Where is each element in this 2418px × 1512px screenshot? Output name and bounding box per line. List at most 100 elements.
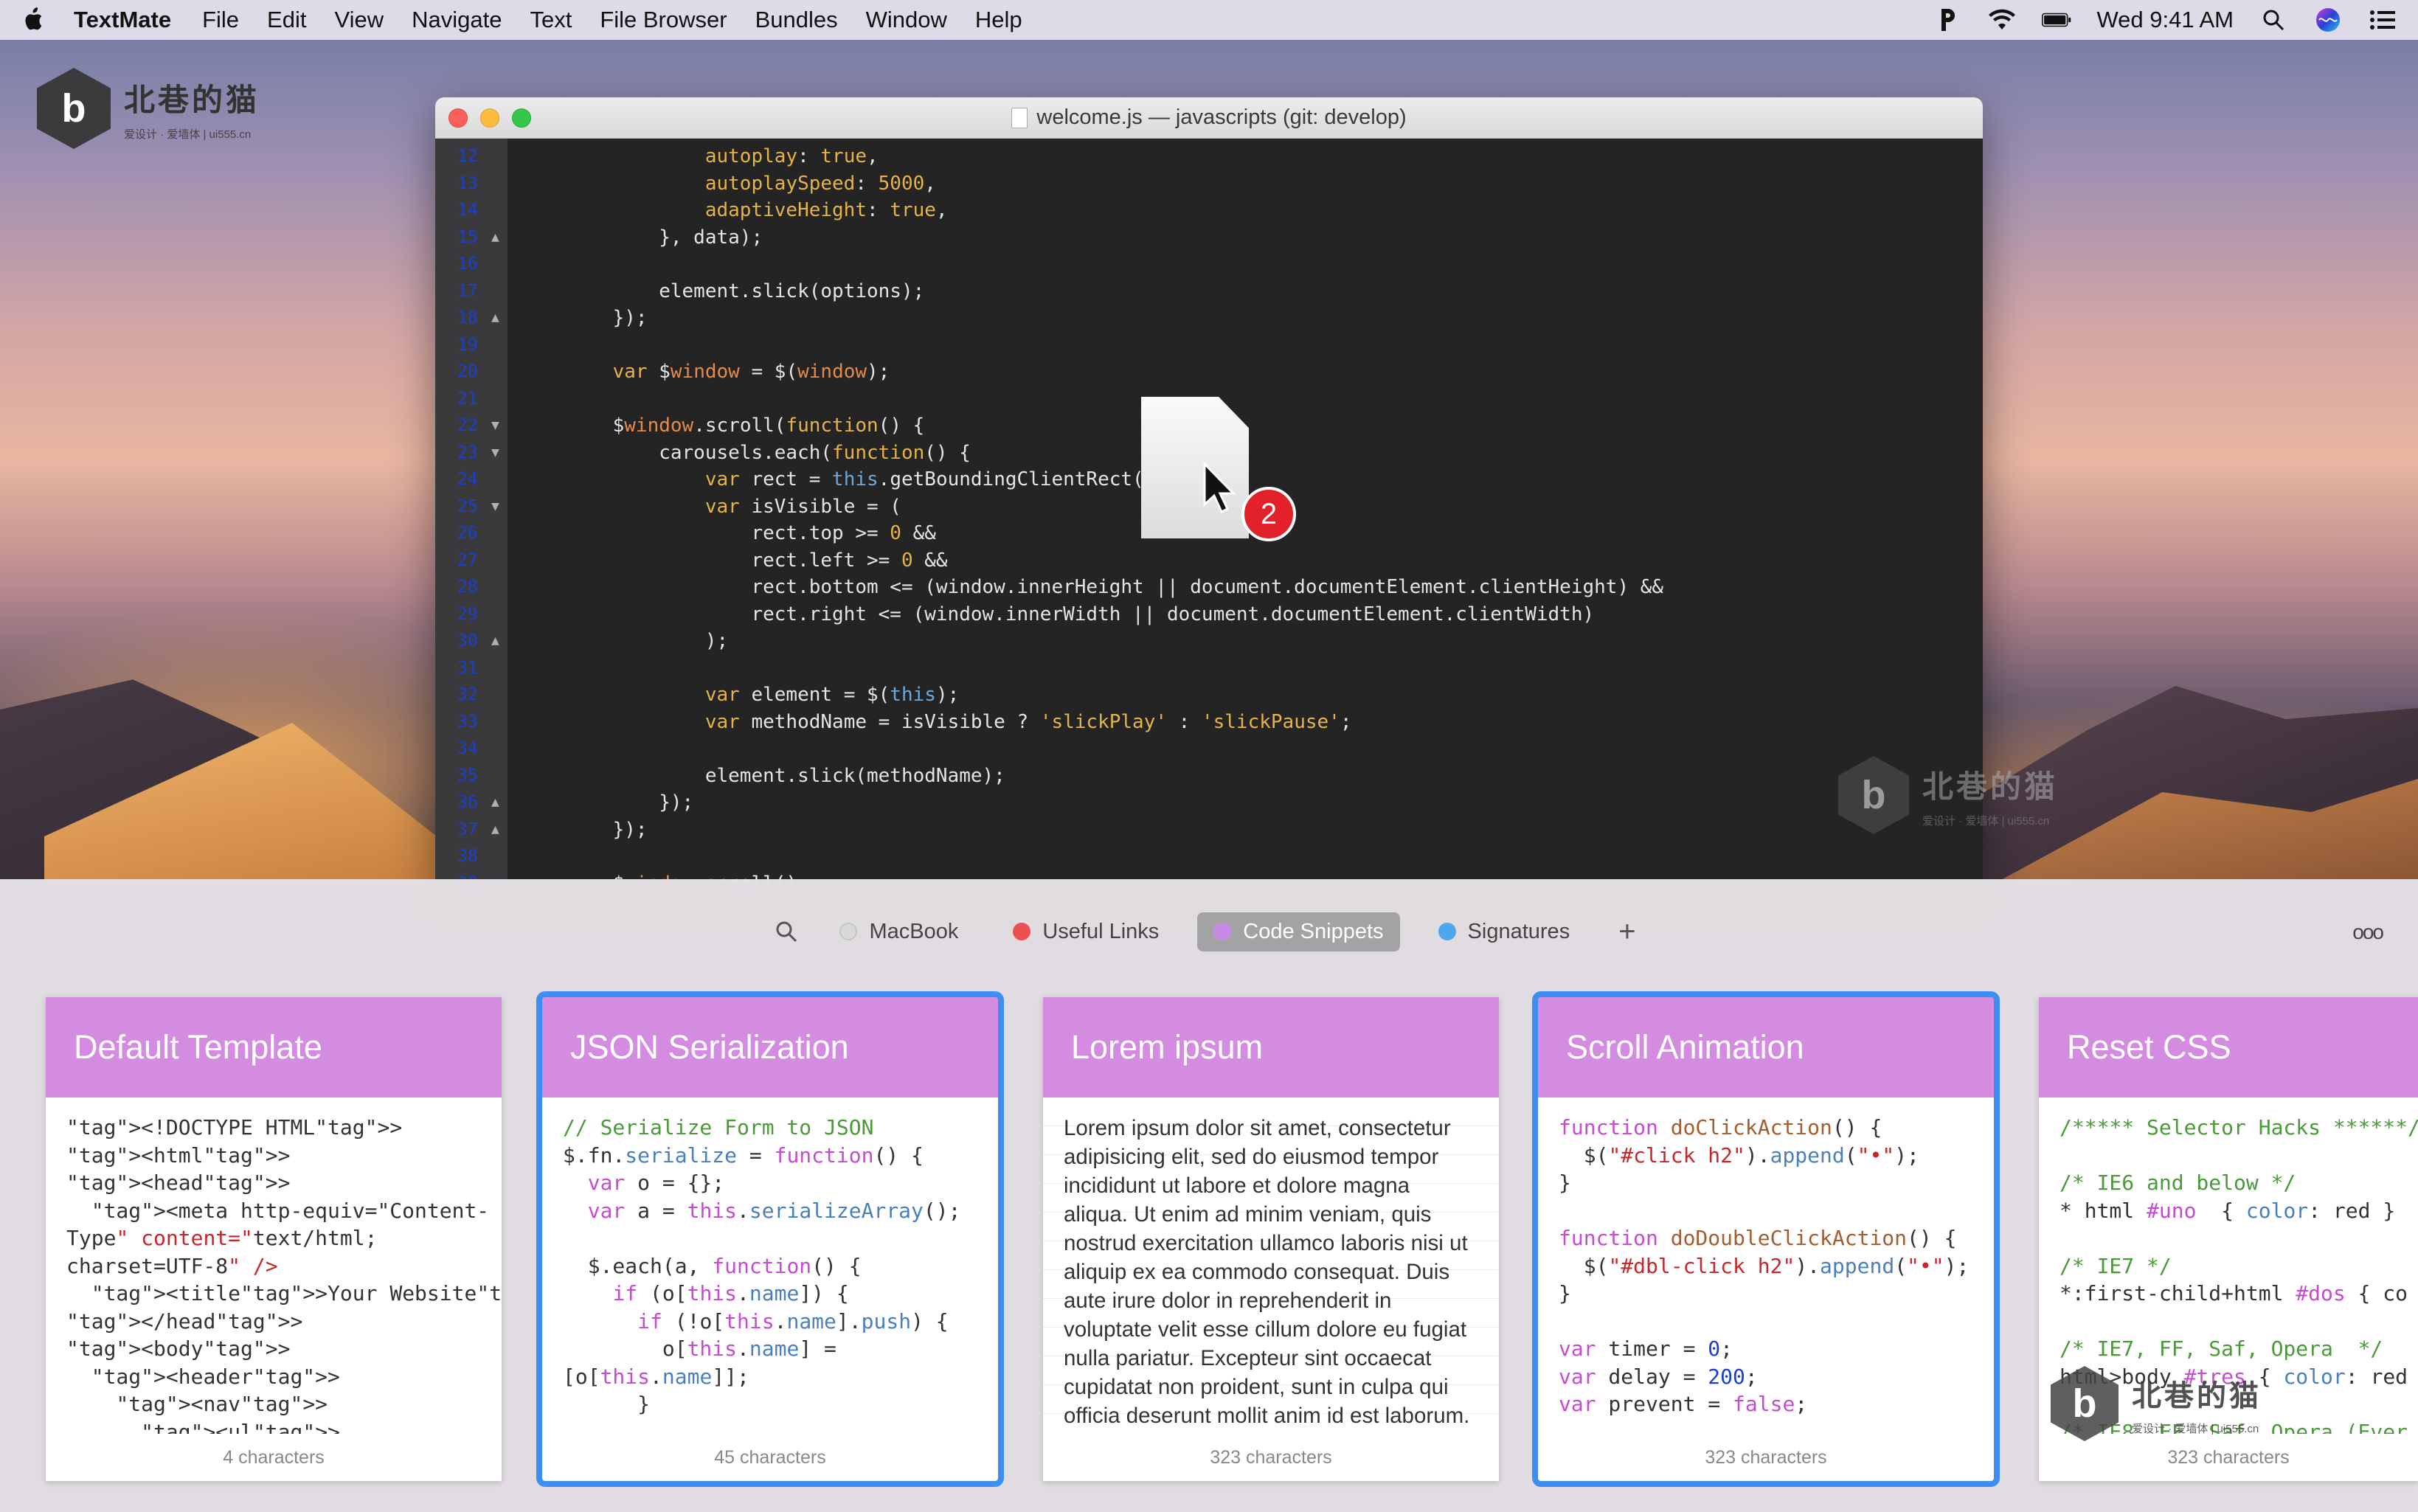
line-number[interactable]: 29 bbox=[435, 601, 507, 628]
menu-help[interactable]: Help bbox=[975, 7, 1022, 33]
line-number[interactable]: 15 ▲ bbox=[435, 224, 507, 252]
fold-marker-icon[interactable]: ▲ bbox=[491, 305, 499, 332]
line-number[interactable]: 14 bbox=[435, 197, 507, 224]
menu-text[interactable]: Text bbox=[530, 7, 572, 33]
menu-view[interactable]: View bbox=[334, 7, 384, 33]
fold-marker-icon[interactable]: ▲ bbox=[491, 628, 499, 655]
line-number[interactable]: 38 bbox=[435, 843, 507, 870]
fold-marker-icon[interactable]: ▼ bbox=[491, 412, 499, 440]
code-line[interactable] bbox=[567, 386, 1983, 413]
tab-signatures[interactable]: Signatures bbox=[1422, 912, 1587, 951]
line-number[interactable]: 24 bbox=[435, 466, 507, 493]
line-number[interactable]: 19 bbox=[435, 332, 507, 359]
code-line[interactable]: var $window = $(window); bbox=[567, 358, 1983, 386]
code-line[interactable]: carousels.each(function() { bbox=[567, 440, 1983, 467]
code-line[interactable]: ); bbox=[567, 628, 1983, 655]
line-number[interactable]: 37 ▲ bbox=[435, 816, 507, 844]
more-options-button[interactable]: ooo bbox=[2352, 920, 2384, 944]
line-number[interactable]: 17 bbox=[435, 278, 507, 305]
line-number[interactable]: 23 ▼ bbox=[435, 440, 507, 467]
card-preview-line: * html #uno { color: red } bbox=[2060, 1198, 2396, 1223]
tab-macbook[interactable]: MacBook bbox=[823, 912, 974, 951]
pastebot-status-icon[interactable] bbox=[1933, 7, 1962, 33]
line-number[interactable]: 32 bbox=[435, 682, 507, 709]
line-number[interactable]: 34 bbox=[435, 735, 507, 763]
code-line[interactable] bbox=[567, 655, 1983, 682]
fold-marker-icon[interactable]: ▼ bbox=[491, 440, 499, 467]
fold-marker-icon[interactable]: ▲ bbox=[491, 789, 499, 816]
search-icon[interactable] bbox=[772, 917, 801, 946]
line-number[interactable]: 25 ▼ bbox=[435, 493, 507, 521]
tab-useful-links[interactable]: Useful Links bbox=[997, 912, 1175, 951]
code-line[interactable]: }); bbox=[567, 816, 1983, 844]
line-number[interactable]: 22 ▼ bbox=[435, 412, 507, 440]
wifi-icon[interactable] bbox=[1987, 7, 2017, 33]
snippet-card-lorem-ipsum[interactable]: Lorem ipsum Lorem ipsum dolor sit amet, … bbox=[1043, 997, 1499, 1481]
code-line[interactable]: }, data); bbox=[567, 224, 1983, 252]
card-preview-line: $.fn.serialize = function() { bbox=[563, 1142, 924, 1168]
code-line[interactable]: element.slick(methodName); bbox=[567, 763, 1983, 790]
line-number[interactable]: 27 bbox=[435, 547, 507, 575]
line-number[interactable]: 33 bbox=[435, 709, 507, 736]
tab-code-snippets[interactable]: Code Snippets bbox=[1197, 912, 1400, 951]
code-line[interactable] bbox=[567, 332, 1983, 359]
watermark-subtitle: 爱设计 · 爱墙体 | ui555.cn bbox=[1922, 815, 2050, 828]
fold-marker-icon[interactable]: ▲ bbox=[491, 816, 499, 844]
battery-icon[interactable] bbox=[2042, 7, 2071, 33]
code-line[interactable]: element.slick(options); bbox=[567, 278, 1983, 305]
line-number[interactable]: 31 bbox=[435, 655, 507, 682]
code-line[interactable]: rect.left >= 0 && bbox=[567, 547, 1983, 575]
fold-marker-icon[interactable]: ▼ bbox=[491, 493, 499, 521]
menu-file-browser[interactable]: File Browser bbox=[600, 7, 727, 33]
menu-bundles[interactable]: Bundles bbox=[755, 7, 838, 33]
line-number[interactable]: 18 ▲ bbox=[435, 305, 507, 332]
snippet-card-scroll-animation[interactable]: Scroll Animation function doClickAction(… bbox=[1532, 991, 2000, 1487]
card-preview: "tag"><!DOCTYPE HTML"tag">> "tag"><html"t… bbox=[46, 1097, 502, 1434]
code-line[interactable] bbox=[567, 735, 1983, 763]
code-line[interactable]: rect.right <= (window.innerWidth || docu… bbox=[567, 601, 1983, 628]
menu-edit[interactable]: Edit bbox=[267, 7, 306, 33]
code-line[interactable]: var methodName = isVisible ? 'slickPlay'… bbox=[567, 709, 1983, 736]
fold-marker-icon[interactable]: ▲ bbox=[491, 224, 499, 252]
siri-icon[interactable] bbox=[2313, 7, 2343, 33]
code-line[interactable]: }); bbox=[567, 789, 1983, 816]
line-number[interactable]: 35 bbox=[435, 763, 507, 790]
code-line[interactable] bbox=[567, 251, 1983, 278]
editor-titlebar[interactable]: welcome.js — javascripts (git: develop) bbox=[435, 97, 1983, 139]
line-number-text: 32 bbox=[457, 685, 478, 704]
code-line[interactable]: }); bbox=[567, 305, 1983, 332]
menu-app-name[interactable]: TextMate bbox=[74, 7, 171, 33]
line-number[interactable]: 16 bbox=[435, 251, 507, 278]
line-number[interactable]: 28 bbox=[435, 574, 507, 601]
add-pasteboard-button[interactable]: + bbox=[1608, 915, 1646, 949]
code-line[interactable]: $window.scroll(function() { bbox=[567, 412, 1983, 440]
line-number[interactable]: 36 ▲ bbox=[435, 789, 507, 816]
menu-window[interactable]: Window bbox=[866, 7, 947, 33]
code-line[interactable]: var element = $(this); bbox=[567, 682, 1983, 709]
line-number[interactable]: 30 ▲ bbox=[435, 628, 507, 655]
line-number[interactable]: 21 bbox=[435, 386, 507, 413]
menu-navigate[interactable]: Navigate bbox=[412, 7, 502, 33]
code-line[interactable]: autoplaySpeed: 5000, bbox=[567, 170, 1983, 198]
code-line[interactable]: rect.bottom <= (window.innerHeight || do… bbox=[567, 574, 1983, 601]
code-line[interactable]: autoplay: true, bbox=[567, 143, 1983, 170]
spotlight-search-icon[interactable] bbox=[2259, 7, 2288, 33]
line-number-gutter[interactable]: 12 13 14 15 ▲ 16 17 18 ▲ 19 20 21 22 ▼ 23 ▼ 24 25 ▼ 26 27 28 2… bbox=[435, 139, 507, 885]
menu-clock[interactable]: Wed 9:41 AM bbox=[2096, 7, 2234, 33]
line-number[interactable]: 13 bbox=[435, 170, 507, 198]
card-preview-line: o[this.name] = bbox=[563, 1336, 836, 1361]
snippet-card-json-serialization[interactable]: JSON Serialization // Serialize Form to … bbox=[536, 991, 1004, 1487]
menu-file[interactable]: File bbox=[202, 7, 239, 33]
line-number-text: 27 bbox=[457, 550, 478, 570]
apple-menu-icon[interactable] bbox=[21, 7, 44, 33]
line-number[interactable]: 26 bbox=[435, 520, 507, 547]
line-number[interactable]: 12 bbox=[435, 143, 507, 170]
tab-label: Useful Links bbox=[1042, 919, 1160, 943]
notification-center-icon[interactable] bbox=[2368, 7, 2397, 33]
code-line[interactable]: adaptiveHeight: true, bbox=[567, 197, 1983, 224]
snippet-card-default-template[interactable]: Default Template "tag"><!DOCTYPE HTML"ta… bbox=[46, 997, 502, 1481]
card-title: Lorem ipsum bbox=[1043, 997, 1499, 1097]
tab-label: Code Snippets bbox=[1243, 919, 1384, 943]
code-line[interactable] bbox=[567, 843, 1983, 870]
line-number[interactable]: 20 bbox=[435, 358, 507, 386]
